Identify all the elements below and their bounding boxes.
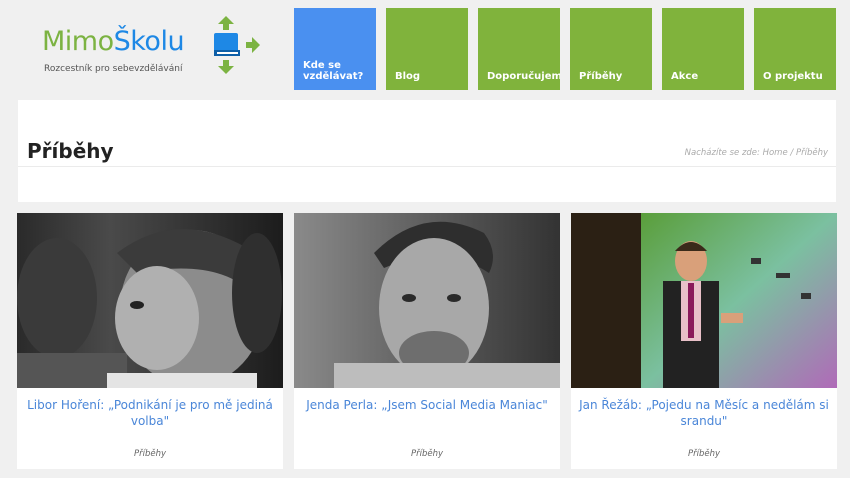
main-nav: Kde se vzdělávat? Blog Doporučujeme Příb… — [294, 8, 836, 90]
logo-tagline: Rozcestník pro sebevzdělávání — [44, 64, 183, 74]
story-photo[interactable] — [571, 213, 837, 388]
divider — [18, 166, 836, 167]
story-photo[interactable] — [294, 213, 560, 388]
story-title[interactable]: Libor Hoření: „Podnikání je pro mě jedin… — [17, 397, 283, 429]
book-arrows-icon — [214, 16, 260, 74]
story-card[interactable]: Libor Hoření: „Podnikání je pro mě jedin… — [17, 213, 283, 469]
logo-wordmark: MimoŠkolu — [42, 26, 185, 57]
nav-item-pribehy[interactable]: Příběhy — [570, 8, 652, 90]
nav-item-kde-se-vzdelavat[interactable]: Kde se vzdělávat? — [294, 8, 376, 90]
story-category[interactable]: Příběhy — [17, 449, 283, 459]
nav-item-akce[interactable]: Akce — [662, 8, 744, 90]
page-title: Příběhy — [27, 139, 114, 163]
nav-item-o-projektu[interactable]: O projektu — [754, 8, 836, 90]
story-category[interactable]: Příběhy — [294, 449, 560, 459]
story-title[interactable]: Jenda Perla: „Jsem Social Media Maniac" — [294, 397, 560, 413]
story-title[interactable]: Jan Řežáb: „Pojedu na Měsíc a nedělám si… — [571, 397, 837, 429]
story-category[interactable]: Příběhy — [571, 449, 837, 459]
story-card[interactable]: Jan Řežáb: „Pojedu na Měsíc a nedělám si… — [571, 213, 837, 469]
nav-item-doporucujeme[interactable]: Doporučujeme — [478, 8, 560, 90]
nav-item-blog[interactable]: Blog — [386, 8, 468, 90]
story-card[interactable]: Jenda Perla: „Jsem Social Media Maniac" … — [294, 213, 560, 469]
story-list: Libor Hoření: „Podnikání je pro mě jedin… — [17, 213, 837, 469]
site-logo[interactable]: MimoŠkolu Rozcestník pro sebevzdělávání — [40, 16, 280, 86]
breadcrumb[interactable]: Nacházíte se zde: Home / Příběhy — [685, 148, 828, 158]
story-photo[interactable] — [17, 213, 283, 388]
title-panel: Příběhy Nacházíte se zde: Home / Příběhy — [18, 100, 836, 202]
